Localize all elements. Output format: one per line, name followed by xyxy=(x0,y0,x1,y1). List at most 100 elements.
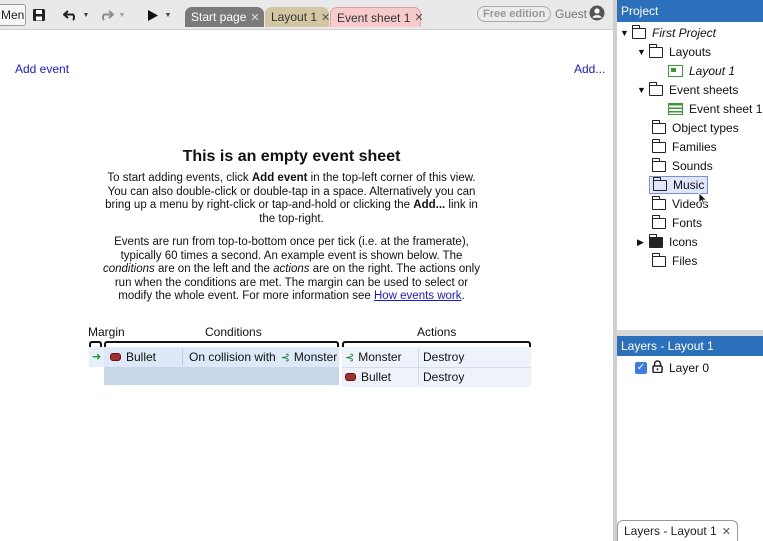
bullet-object-icon xyxy=(110,353,121,361)
tree-label: First Project xyxy=(652,26,717,40)
event-margin[interactable]: ➜ xyxy=(89,347,104,367)
tree-item-sounds[interactable]: Sounds xyxy=(652,157,713,175)
condition-target-name: Monster xyxy=(293,350,338,364)
close-icon[interactable]: ✕ xyxy=(414,11,423,24)
tab-label: Event sheet 1 xyxy=(337,10,411,25)
add-event-link[interactable]: Add event xyxy=(15,62,69,76)
folder-icon xyxy=(649,43,663,58)
text: are on the left and the xyxy=(154,263,274,275)
tree-item-layout-1[interactable]: Layout 1 xyxy=(668,62,735,80)
action-object: ⊰ Monster xyxy=(345,347,402,367)
play-dropdown-icon[interactable]: ▼ xyxy=(164,5,172,25)
project-panel-title: Project xyxy=(617,0,763,22)
tree-label: Icons xyxy=(669,235,698,249)
tree-item-first-project[interactable]: ▼ First Project xyxy=(620,24,716,42)
action-object-name: Monster xyxy=(358,350,402,364)
tree-label: Layout 1 xyxy=(689,64,736,78)
folder-icon xyxy=(652,119,666,134)
tab-event-sheet-1[interactable]: Event sheet 1 ✕ xyxy=(330,7,424,27)
expand-arrow-icon[interactable]: ▶ xyxy=(637,237,647,248)
tree-label: Sounds xyxy=(672,159,713,173)
conditions-header: Conditions xyxy=(205,325,262,339)
action-object: Bullet xyxy=(345,367,391,387)
redo-dropdown-icon[interactable]: ▼ xyxy=(118,5,126,25)
text: Events are run from top-to-bottom once p… xyxy=(114,236,469,262)
redo-icon[interactable] xyxy=(97,5,115,25)
tree-label: Event sheets xyxy=(669,83,739,97)
close-icon[interactable]: ✕ xyxy=(250,11,259,24)
bottom-tab-layers[interactable]: Layers - Layout 1 ✕ xyxy=(617,520,738,541)
tree-label: Families xyxy=(672,140,717,154)
tree-label: Files xyxy=(672,254,698,268)
add-more-link[interactable]: Add... xyxy=(574,62,605,76)
folder-icon xyxy=(652,252,666,267)
action-object-name: Bullet xyxy=(361,370,392,384)
condition-object: Bullet xyxy=(110,347,156,367)
lock-icon[interactable] xyxy=(652,360,663,376)
folder-icon xyxy=(632,24,646,39)
empty-sheet-title: This is an empty event sheet xyxy=(182,148,401,165)
folder-icon xyxy=(652,138,666,153)
collapse-arrow-icon[interactable]: ▼ xyxy=(637,85,647,95)
tree-item-object-types[interactable]: Object types xyxy=(652,119,739,137)
action-name: Destroy xyxy=(423,370,465,384)
tree-item-icons[interactable]: ▶ Icons xyxy=(637,233,698,251)
play-icon[interactable] xyxy=(144,5,162,25)
actions-mention: actions xyxy=(273,263,310,275)
event-arrow-icon: ➜ xyxy=(92,351,102,363)
folder-icon xyxy=(653,176,667,191)
explanation-paragraph: Events are run from top-to-bottom once p… xyxy=(100,236,483,304)
condition-object-name: Bullet xyxy=(126,350,157,364)
collapse-arrow-icon[interactable]: ▼ xyxy=(620,28,630,38)
layer-visible-checkbox[interactable]: ✓ xyxy=(635,362,647,374)
user-avatar-icon[interactable] xyxy=(589,5,605,21)
layer-row[interactable]: ✓ Layer 0 xyxy=(635,359,709,377)
event-sheet-view[interactable]: Add event Add... This is an empty event … xyxy=(0,31,613,541)
action-name: Destroy xyxy=(423,350,465,364)
undo-icon[interactable] xyxy=(62,5,80,25)
layers-panel-title: Layers - Layout 1 xyxy=(617,336,763,356)
tree-item-files[interactable]: Files xyxy=(652,252,697,270)
cell-divider xyxy=(418,349,419,385)
tree-item-layouts[interactable]: ▼ Layouts xyxy=(637,43,711,61)
tab-label: Layout 1 xyxy=(271,10,318,24)
text: . xyxy=(461,290,465,302)
monster-object-icon: ⊰ xyxy=(345,351,355,364)
tab-layout-1[interactable]: Layout 1 ✕ xyxy=(265,7,330,27)
condition-text: On collision with ⊰ Monster xyxy=(189,347,337,367)
actions-header: Actions xyxy=(417,325,457,339)
how-events-work-link[interactable]: How events work xyxy=(374,290,462,302)
user-name[interactable]: Guest xyxy=(555,7,587,21)
tree-item-fonts[interactable]: Fonts xyxy=(652,214,702,232)
undo-dropdown-icon[interactable]: ▼ xyxy=(82,5,90,25)
bullet-object-icon xyxy=(345,373,356,381)
close-icon[interactable]: ✕ xyxy=(321,11,330,24)
text: To start adding events, click xyxy=(107,172,252,184)
menu-button[interactable]: Menu xyxy=(0,4,26,26)
folder-icon xyxy=(649,81,663,96)
tree-item-families[interactable]: Families xyxy=(652,138,717,156)
cell-divider xyxy=(182,349,183,365)
close-icon[interactable]: ✕ xyxy=(722,525,731,538)
free-edition-badge[interactable]: Free edition xyxy=(477,6,552,22)
add-mention: Add... xyxy=(413,199,446,211)
tree-label: Object types xyxy=(672,121,739,135)
condition-label: On collision with xyxy=(189,350,276,364)
tab-start-page[interactable]: Start page ✕ xyxy=(185,7,264,27)
tree-item-event-sheet-1[interactable]: Event sheet 1 xyxy=(668,100,762,118)
event-sheet-icon xyxy=(668,103,683,115)
condition-empty-area[interactable] xyxy=(104,367,339,385)
tree-item-event-sheets[interactable]: ▼ Event sheets xyxy=(637,81,738,99)
mouse-cursor-icon xyxy=(698,192,708,206)
collapse-arrow-icon[interactable]: ▼ xyxy=(637,47,647,57)
add-event-mention: Add event xyxy=(251,172,308,184)
margin-header: Margin xyxy=(88,325,125,339)
layout-icon xyxy=(668,65,683,77)
tab-label: Start page xyxy=(191,10,247,24)
monster-object-icon: ⊰ xyxy=(280,351,290,364)
folder-icon xyxy=(652,195,666,210)
layer-name: Layer 0 xyxy=(669,361,710,375)
save-icon[interactable] xyxy=(30,5,48,25)
main-toolbar: Menu ▼ ▼ ▼ Start page ✕ Layout 1 ✕ Event… xyxy=(0,0,613,30)
folder-icon xyxy=(649,233,663,248)
